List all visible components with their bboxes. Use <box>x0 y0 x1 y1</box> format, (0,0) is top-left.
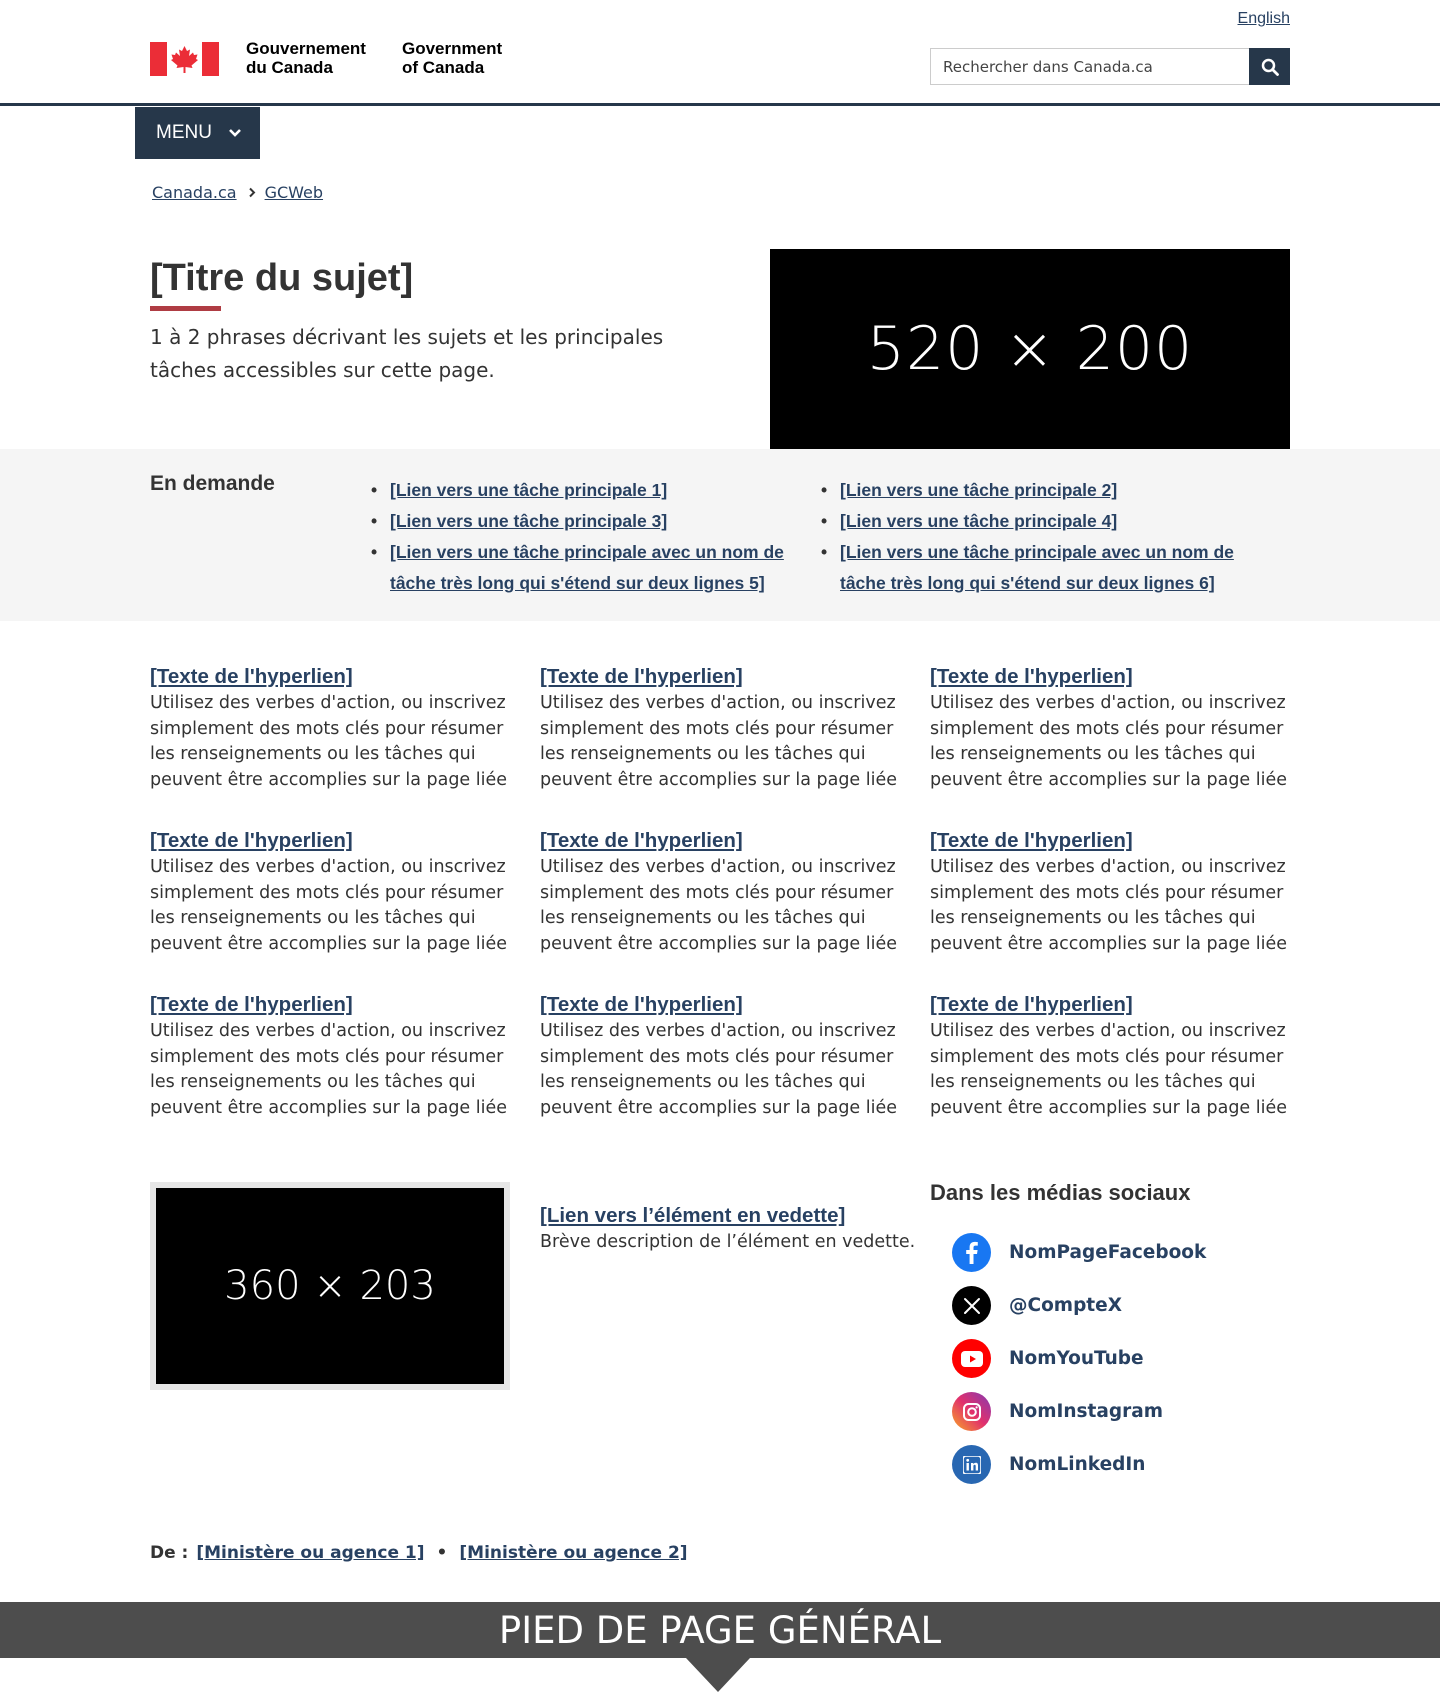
link-card-description: Utilisez des verbes d'action, ou inscriv… <box>930 1021 1288 1118</box>
signature-en-line2: of Canada <box>402 58 485 77</box>
canada-flag-icon <box>150 42 219 76</box>
link-card-description: Utilisez des verbes d'action, ou inscriv… <box>150 1021 508 1118</box>
link-card-title[interactable]: [Texte de l'hyperlien] <box>930 663 1292 691</box>
most-requested-list-1: [Lien vers une tâche principale 1] [Lien… <box>371 475 801 599</box>
link-card: [Texte de l'hyperlien] Utilisez des verb… <box>930 991 1292 1121</box>
signature-en-line1: Government <box>402 39 503 58</box>
link-card-title[interactable]: [Texte de l'hyperlien] <box>540 827 902 855</box>
featured-image-label: 360 × 203 <box>224 1263 436 1309</box>
breadcrumb-link-canada[interactable]: Canada.ca <box>152 183 237 202</box>
language-toggle-link[interactable]: English <box>1238 10 1290 28</box>
list-item: [Lien vers une tâche principale 3] <box>371 506 801 537</box>
title-underline <box>150 306 221 311</box>
most-requested-section: En demande [Lien vers une tâche principa… <box>0 449 1440 621</box>
department-label: De : <box>150 1543 189 1563</box>
social-link-linkedin[interactable]: NomLinkedIn <box>952 1445 1145 1484</box>
featured-image-frame: 360 × 203 <box>150 1182 510 1390</box>
social-link-facebook[interactable]: NomPageFacebook <box>952 1233 1206 1272</box>
social-label: NomLinkedIn <box>1009 1454 1146 1475</box>
youtube-icon <box>952 1339 991 1378</box>
hero-image-placeholder: 520 × 200 <box>770 249 1290 449</box>
featured-description: Brève description de l’élément en vedett… <box>540 1232 916 1252</box>
list-item: [Lien vers une tâche principale 1] <box>371 475 801 506</box>
linkedin-icon <box>952 1445 991 1484</box>
page-title: [Titre du sujet] <box>150 257 414 299</box>
instagram-icon <box>952 1392 991 1431</box>
link-card-description: Utilisez des verbes d'action, ou inscriv… <box>540 693 898 790</box>
link-card-title[interactable]: [Texte de l'hyperlien] <box>150 663 512 691</box>
link-card: [Texte de l'hyperlien] Utilisez des verb… <box>150 827 512 957</box>
most-requested-list-2: [Lien vers une tâche principale 2] [Lien… <box>821 475 1251 599</box>
list-item: [Lien vers une tâche principale avec un … <box>821 537 1251 599</box>
hero-image-label: 520 × 200 <box>866 314 1194 384</box>
x-icon <box>952 1286 991 1325</box>
intro-text: 1 à 2 phrases décrivant les sujets et le… <box>150 325 664 382</box>
most-requested-heading: En demande <box>150 472 275 495</box>
task-link-5[interactable]: [Lien vers une tâche principale avec un … <box>390 542 784 593</box>
social-label: NomYouTube <box>1009 1348 1144 1369</box>
social-label: NomInstagram <box>1009 1401 1163 1422</box>
chevron-right-icon <box>248 187 256 198</box>
menu-button[interactable]: MENU <box>135 107 260 159</box>
link-card-title[interactable]: [Texte de l'hyperlien] <box>930 827 1292 855</box>
search-button[interactable] <box>1249 48 1290 85</box>
link-card-title[interactable]: [Texte de l'hyperlien] <box>540 663 902 691</box>
list-item: [Lien vers une tâche principale 2] <box>821 475 1251 506</box>
link-card: [Texte de l'hyperlien] Utilisez des verb… <box>150 991 512 1121</box>
task-link-4[interactable]: [Lien vers une tâche principale 4] <box>840 511 1117 531</box>
list-item: [Lien vers une tâche principale 4] <box>821 506 1251 537</box>
link-card: [Texte de l'hyperlien] Utilisez des verb… <box>930 827 1292 957</box>
link-card-description: Utilisez des verbes d'action, ou inscriv… <box>930 857 1288 954</box>
link-card-description: Utilisez des verbes d'action, ou inscriv… <box>540 857 898 954</box>
footer-placeholder-label: PIED DE PAGE GÉNÉRAL <box>498 1608 942 1652</box>
link-card-title[interactable]: [Texte de l'hyperlien] <box>540 991 902 1019</box>
arrow-down-icon <box>686 1658 750 1692</box>
signature-en: Government of Canada <box>402 39 502 77</box>
task-link-1[interactable]: [Lien vers une tâche principale 1] <box>390 480 667 500</box>
social-label: @CompteX <box>1009 1295 1122 1316</box>
link-card-description: Utilisez des verbes d'action, ou inscriv… <box>150 693 508 790</box>
task-link-3[interactable]: [Lien vers une tâche principale 3] <box>390 511 667 531</box>
link-card-description: Utilisez des verbes d'action, ou inscriv… <box>930 693 1288 790</box>
footer-placeholder-banner: PIED DE PAGE GÉNÉRAL <box>0 1602 1440 1658</box>
social-link-instagram[interactable]: NomInstagram <box>952 1392 1163 1431</box>
link-card: [Texte de l'hyperlien] Utilisez des verb… <box>540 827 902 957</box>
site-header: English Gouvernement du Canada Governmen… <box>0 0 1440 106</box>
link-card: [Texte de l'hyperlien] Utilisez des verb… <box>540 663 902 793</box>
social-link-youtube[interactable]: NomYouTube <box>952 1339 1144 1378</box>
link-card-title[interactable]: [Texte de l'hyperlien] <box>930 991 1292 1019</box>
facebook-icon <box>952 1233 991 1272</box>
link-card: [Texte de l'hyperlien] Utilisez des verb… <box>150 663 512 793</box>
signature-fr-line1: Gouvernement <box>246 39 366 58</box>
task-link-2[interactable]: [Lien vers une tâche principale 2] <box>840 480 1117 500</box>
department-credits: De : [Ministère ou agence 1] • [Ministèr… <box>150 1543 688 1563</box>
featured-link[interactable]: [Lien vers l’élément en vedette] <box>540 1202 845 1230</box>
link-card-title[interactable]: [Texte de l'hyperlien] <box>150 991 512 1019</box>
featured-image-placeholder: 360 × 203 <box>156 1188 504 1384</box>
chevron-down-icon <box>228 128 242 138</box>
signature-fr-line2: du Canada <box>246 58 333 77</box>
signature-fr: Gouvernement du Canada <box>246 39 366 77</box>
menu-label: MENU <box>156 122 212 143</box>
link-card-description: Utilisez des verbes d'action, ou inscriv… <box>150 857 508 954</box>
list-item: [Lien vers une tâche principale avec un … <box>371 537 801 599</box>
department-link-2[interactable]: [Ministère ou agence 2] <box>459 1543 687 1563</box>
link-card: [Texte de l'hyperlien] Utilisez des verb… <box>930 663 1292 793</box>
task-link-6[interactable]: [Lien vers une tâche principale avec un … <box>840 542 1234 593</box>
link-card: [Texte de l'hyperlien] Utilisez des verb… <box>540 991 902 1121</box>
department-link-1[interactable]: [Ministère ou agence 1] <box>196 1543 424 1563</box>
search-icon <box>1261 58 1279 76</box>
breadcrumb: Canada.ca GCWeb <box>152 183 323 202</box>
breadcrumb-link-gcweb[interactable]: GCWeb <box>265 183 323 202</box>
bullet-separator: • <box>436 1543 448 1563</box>
link-card-description: Utilisez des verbes d'action, ou inscriv… <box>540 1021 898 1118</box>
search-input[interactable] <box>930 48 1249 85</box>
social-media-heading: Dans les médias sociaux <box>930 1180 1191 1205</box>
search-form <box>930 48 1290 85</box>
social-label: NomPageFacebook <box>1009 1242 1207 1263</box>
link-card-title[interactable]: [Texte de l'hyperlien] <box>150 827 512 855</box>
social-link-x[interactable]: @CompteX <box>952 1286 1122 1325</box>
